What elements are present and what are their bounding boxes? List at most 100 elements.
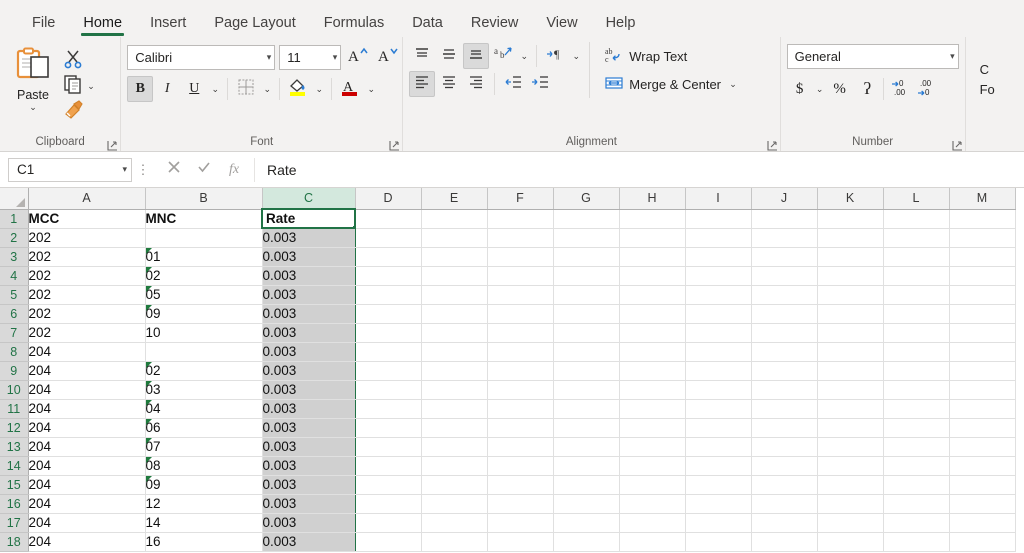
row-header-2[interactable]: 2 (0, 228, 29, 248)
cell-F15[interactable] (487, 475, 554, 495)
cell-F13[interactable] (487, 437, 554, 457)
active-cell-C1[interactable]: Rate (261, 208, 356, 229)
cell-M3[interactable] (949, 247, 1016, 267)
cell-C7[interactable]: 0.003 (261, 323, 356, 343)
cell-C5[interactable]: 0.003 (261, 285, 356, 305)
cell-D12[interactable] (355, 418, 422, 438)
cell-B18[interactable]: 16 (145, 532, 263, 552)
cell-L12[interactable] (883, 418, 950, 438)
cell-A12[interactable]: 204 (28, 418, 146, 438)
cell-C14[interactable]: 0.003 (261, 456, 356, 476)
cell-C8[interactable]: 0.003 (261, 342, 356, 362)
cell-L17[interactable] (883, 513, 950, 533)
cell-I13[interactable] (685, 437, 752, 457)
cell-B13[interactable]: 07 (145, 437, 263, 457)
cell-F11[interactable] (487, 399, 554, 419)
cell-I15[interactable] (685, 475, 752, 495)
cell-L11[interactable] (883, 399, 950, 419)
cell-C16[interactable]: 0.003 (261, 494, 356, 514)
cell-B7[interactable]: 10 (145, 323, 263, 343)
select-all-corner[interactable] (0, 188, 29, 210)
borders-button[interactable] (233, 76, 259, 102)
cell-A4[interactable]: 202 (28, 266, 146, 286)
cell-D11[interactable] (355, 399, 422, 419)
cell-M12[interactable] (949, 418, 1016, 438)
cell-J10[interactable] (751, 380, 818, 400)
cell-M13[interactable] (949, 437, 1016, 457)
cell-E3[interactable] (421, 247, 488, 267)
cell-F2[interactable] (487, 228, 554, 248)
ribbon-tab-file[interactable]: File (18, 15, 69, 38)
cell-D4[interactable] (355, 266, 422, 286)
cell-I7[interactable] (685, 323, 752, 343)
cell-C4[interactable]: 0.003 (261, 266, 356, 286)
column-header-G[interactable]: G (553, 188, 620, 210)
cell-M6[interactable] (949, 304, 1016, 324)
decrease-decimal-button[interactable]: .00 0 (914, 76, 940, 102)
cell-F8[interactable] (487, 342, 554, 362)
underline-dropdown-caret[interactable]: ⌄ (208, 84, 222, 95)
cell-C13[interactable]: 0.003 (261, 437, 356, 457)
row-header-18[interactable]: 18 (0, 532, 29, 552)
cell-J14[interactable] (751, 456, 818, 476)
cell-F5[interactable] (487, 285, 554, 305)
cell-C15[interactable]: 0.003 (261, 475, 356, 495)
cell-B10[interactable]: 03 (145, 380, 263, 400)
merge-center-dropdown-caret[interactable]: ⌄ (726, 79, 740, 90)
align-left-button[interactable] (409, 71, 436, 97)
cell-M2[interactable] (949, 228, 1016, 248)
cell-I3[interactable] (685, 247, 752, 267)
cell-L4[interactable] (883, 266, 950, 286)
cell-K4[interactable] (817, 266, 884, 286)
cell-J17[interactable] (751, 513, 818, 533)
cell-D5[interactable] (355, 285, 422, 305)
cell-L18[interactable] (883, 532, 950, 552)
cell-H14[interactable] (619, 456, 686, 476)
cell-A9[interactable]: 204 (28, 361, 146, 381)
cell-E4[interactable] (421, 266, 488, 286)
decrease-indent-button[interactable] (500, 71, 526, 97)
cell-L16[interactable] (883, 494, 950, 514)
cell-J6[interactable] (751, 304, 818, 324)
cell-H18[interactable] (619, 532, 686, 552)
row-header-13[interactable]: 13 (0, 437, 29, 457)
text-direction-button[interactable]: ¶ (542, 43, 568, 69)
cell-B17[interactable]: 14 (145, 513, 263, 533)
cell-K3[interactable] (817, 247, 884, 267)
cell-M7[interactable] (949, 323, 1016, 343)
cell-D18[interactable] (355, 532, 422, 552)
cell-G3[interactable] (553, 247, 620, 267)
cell-L6[interactable] (883, 304, 950, 324)
cell-H8[interactable] (619, 342, 686, 362)
bold-button[interactable]: B (127, 76, 154, 102)
ribbon-tab-help[interactable]: Help (592, 15, 650, 38)
font-color-dropdown-caret[interactable]: ⌄ (364, 84, 378, 95)
cell-K17[interactable] (817, 513, 884, 533)
cell-K6[interactable] (817, 304, 884, 324)
copy-button[interactable]: ⌄ (62, 74, 98, 98)
cell-L8[interactable] (883, 342, 950, 362)
cell-G12[interactable] (553, 418, 620, 438)
cell-A6[interactable]: 202 (28, 304, 146, 324)
cell-D10[interactable] (355, 380, 422, 400)
cell-B1[interactable]: MNC (145, 209, 263, 229)
borders-dropdown-caret[interactable]: ⌄ (260, 84, 274, 95)
cell-A10[interactable]: 204 (28, 380, 146, 400)
cell-G16[interactable] (553, 494, 620, 514)
cell-B11[interactable]: 04 (145, 399, 263, 419)
cell-H11[interactable] (619, 399, 686, 419)
cell-C12[interactable]: 0.003 (261, 418, 356, 438)
cell-A8[interactable]: 204 (28, 342, 146, 362)
cell-E10[interactable] (421, 380, 488, 400)
cell-M8[interactable] (949, 342, 1016, 362)
cell-M16[interactable] (949, 494, 1016, 514)
cell-I12[interactable] (685, 418, 752, 438)
cell-K16[interactable] (817, 494, 884, 514)
cell-A5[interactable]: 202 (28, 285, 146, 305)
align-top-button[interactable] (409, 43, 435, 69)
cell-J8[interactable] (751, 342, 818, 362)
increase-decimal-button[interactable]: 0 .00 (888, 76, 914, 102)
cell-E18[interactable] (421, 532, 488, 552)
cell-G11[interactable] (553, 399, 620, 419)
confirm-entry-button[interactable] (190, 158, 218, 182)
